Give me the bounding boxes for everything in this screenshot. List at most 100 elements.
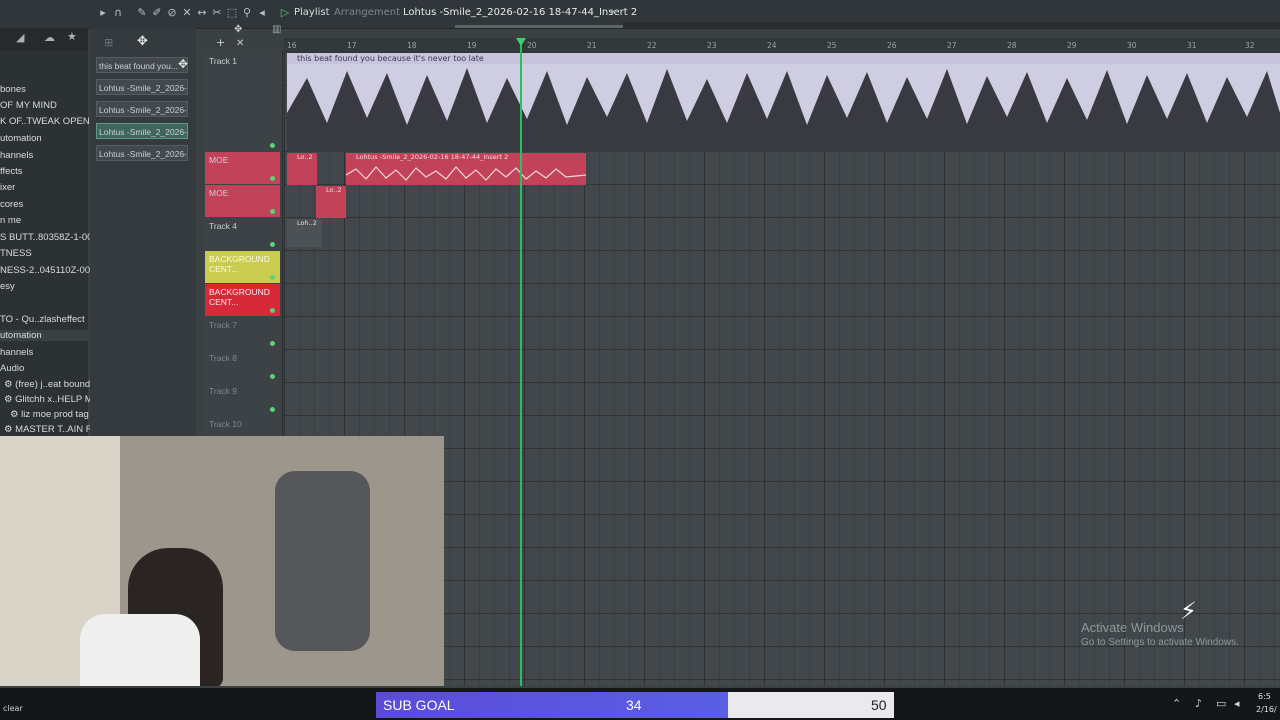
browser-item[interactable]: utomation <box>0 133 42 144</box>
selected-clip-name[interactable]: Lohtus -Smile_2_2026-02-16 18-47-44_Inse… <box>403 7 637 18</box>
gear-icon: ⚙ <box>10 409 19 420</box>
browser-item-plugin[interactable]: ⚙ (free) j..eat bound <box>4 379 90 390</box>
track-enable-led[interactable] <box>270 341 275 346</box>
clock-date[interactable]: 2/16/ <box>1256 705 1277 714</box>
ruler-bar-number: 17 <box>347 41 357 50</box>
track-enable-led[interactable] <box>270 143 275 148</box>
clip-label: Loh..2 <box>297 219 317 227</box>
browser-item[interactable]: utomation <box>0 330 88 341</box>
delete-icon[interactable]: ⊘ <box>165 6 179 20</box>
sub-goal-max: 50 <box>871 697 887 713</box>
track-header[interactable]: BACKGROUND CENT... <box>205 251 280 283</box>
move-icon[interactable]: ✥ <box>178 57 188 71</box>
sub-goal-current: 34 <box>626 697 642 713</box>
track-header[interactable]: Track 1 <box>205 53 280 151</box>
track-header[interactable]: Track 7 <box>205 317 280 349</box>
chevron-up-icon[interactable]: ⌃ <box>1172 697 1181 710</box>
picker-item[interactable]: Lohtus -Smile_2_2026-0... <box>96 145 188 161</box>
moe-clip-long[interactable]: Lohtus -Smile_2_2026-02-16 18-47-44_Inse… <box>346 153 586 185</box>
track-enable-led[interactable] <box>270 242 275 247</box>
add-icon[interactable]: + <box>216 36 225 49</box>
mute-icon[interactable]: ✕ <box>180 6 194 20</box>
slice-icon[interactable]: ✂ <box>210 6 224 20</box>
clip-menu-arrow[interactable]: ▸ <box>611 7 616 17</box>
browser-item[interactable]: S BUTT..80358Z-1-001 <box>0 232 98 243</box>
close-icon[interactable]: ✕ <box>236 38 244 49</box>
ruler-bar-number: 18 <box>407 41 417 50</box>
track-enable-led[interactable] <box>270 407 275 412</box>
play-icon[interactable]: ▸ <box>96 6 110 20</box>
piano-icon[interactable]: ▥ <box>272 24 281 35</box>
track4-clip-small[interactable]: Loh..2 <box>287 219 322 247</box>
browser-item[interactable]: cores <box>0 199 23 210</box>
picker-item[interactable]: this beat found you... <box>96 57 188 73</box>
browser-item[interactable]: n me <box>0 215 21 226</box>
browser-item[interactable]: hannels <box>0 347 33 358</box>
network-icon[interactable]: ▭ <box>1216 697 1226 710</box>
browser-item[interactable]: esy <box>0 281 15 292</box>
track-header[interactable]: BACKGROUND CENT... <box>205 284 280 316</box>
track-enable-led[interactable] <box>270 374 275 379</box>
sub-goal-label: SUB GOAL <box>383 697 455 713</box>
browser-item[interactable]: NESS-2..045110Z-001 <box>0 265 95 276</box>
browser-item[interactable]: Audio <box>0 363 24 374</box>
picker-item[interactable]: Lohtus -Smile_2_2026-0... <box>96 79 188 95</box>
track-header[interactable]: Track 4 <box>205 218 280 250</box>
magnet-icon[interactable]: ∩ <box>111 6 125 20</box>
audio-clip-main[interactable] <box>287 53 1280 152</box>
browser-item-plugin[interactable]: ⚙ liz moe prod tag <box>10 409 89 420</box>
track-header[interactable]: Track 8 <box>205 350 280 382</box>
browser-item[interactable]: TNESS <box>0 248 32 259</box>
play-arrow-icon[interactable]: ▷ <box>278 6 292 20</box>
hanging-jacket <box>275 471 370 651</box>
track-header[interactable]: Track 9 <box>205 383 280 415</box>
star-icon[interactable]: ★ <box>67 30 77 43</box>
ruler-bar-number: 19 <box>467 41 477 50</box>
cloud-icon[interactable]: ☁ <box>44 31 55 44</box>
playhead-marker-icon[interactable] <box>516 38 526 46</box>
ruler-bar-number: 27 <box>947 41 957 50</box>
browser-item[interactable]: ffects <box>0 166 23 177</box>
grid-icon[interactable]: ⊞ <box>104 36 113 49</box>
gear-icon: ⚙ <box>4 424 13 435</box>
speaker-icon[interactable]: ◂ <box>255 6 269 20</box>
ruler-bar-number: 29 <box>1067 41 1077 50</box>
track-enable-led[interactable] <box>270 176 275 181</box>
browser-item[interactable]: hannels <box>0 150 33 161</box>
volume-icon[interactable]: ◂ <box>1234 697 1240 710</box>
browser-item[interactable]: ixer <box>0 182 15 193</box>
track-header[interactable]: MOE <box>205 152 280 184</box>
horizontal-scrollbar-thumb[interactable] <box>455 25 623 28</box>
browser-item[interactable]: K OF..TWEAK OPEN <box>0 116 90 127</box>
browser-item[interactable]: TO - Qu..zlasheffect <box>0 314 85 325</box>
ruler-bar-number: 21 <box>587 41 597 50</box>
track-enable-led[interactable] <box>270 209 275 214</box>
track-header[interactable]: MOE <box>205 185 280 217</box>
audio-clip-title: this beat found you because it's never t… <box>287 53 1280 64</box>
picker-item[interactable]: Lohtus -Smile_2_2026-0... <box>96 101 188 117</box>
brush-icon[interactable]: ✐ <box>150 6 164 20</box>
select-icon[interactable]: ⬚ <box>225 6 239 20</box>
move-icon[interactable]: ✥ <box>137 34 148 49</box>
mic-icon[interactable]: ♪ <box>1195 697 1202 710</box>
picker-item[interactable]: Lohtus -Smile_2_2026-0... <box>96 123 188 139</box>
moe2-clip-small[interactable]: Lo..2 <box>316 186 346 218</box>
browser-item[interactable]: bones <box>0 84 26 95</box>
track-header[interactable]: Track 10 <box>205 416 280 436</box>
webcam-overlay <box>0 436 444 686</box>
moe-clip-small[interactable]: Lo..2 <box>287 153 317 185</box>
browser-item-plugin[interactable]: ⚙ Glitchh x..HELP ME <box>4 394 99 405</box>
horizontal-scrollbar-track[interactable] <box>622 22 1280 28</box>
snap-icon[interactable]: ✥ <box>234 24 242 35</box>
waveform <box>346 166 586 181</box>
home-icon[interactable]: ◢ <box>16 31 24 44</box>
slip-icon[interactable]: ↔ <box>195 6 209 20</box>
track-enable-led[interactable] <box>270 275 275 280</box>
browser-item[interactable]: OF MY MIND <box>0 100 57 111</box>
zoom-icon[interactable]: ⚲ <box>240 6 254 20</box>
clock-time[interactable]: 6:5 <box>1258 692 1271 701</box>
playhead-line[interactable] <box>520 38 522 686</box>
gear-icon: ⚙ <box>4 394 13 405</box>
pencil-icon[interactable]: ✎ <box>135 6 149 20</box>
track-enable-led[interactable] <box>270 308 275 313</box>
